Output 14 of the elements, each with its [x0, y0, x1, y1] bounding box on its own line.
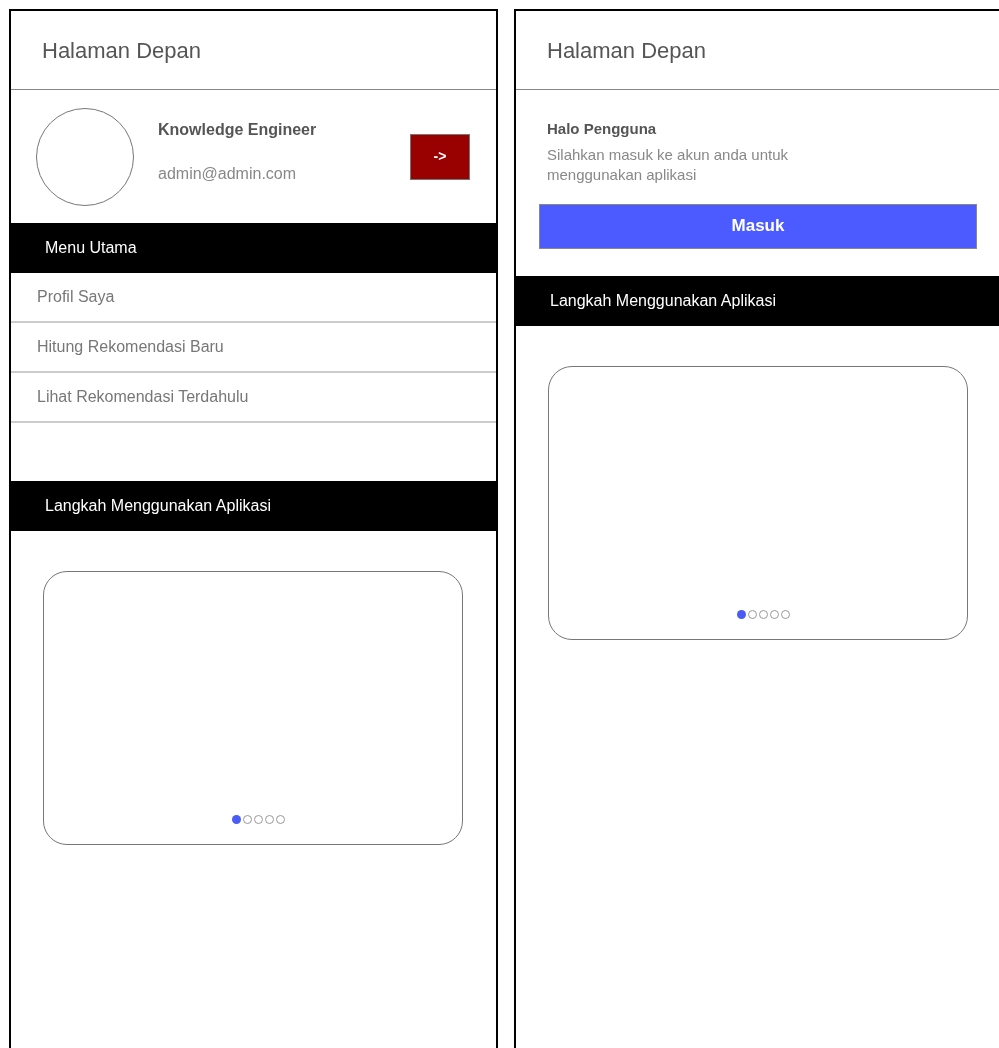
user-name: Knowledge Engineer	[158, 119, 318, 140]
user-email: admin@admin.com	[158, 163, 298, 184]
page-title: Halaman Depan	[42, 36, 201, 65]
section-title: Menu Utama	[45, 238, 137, 258]
login-message: Silahkan masuk ke akun anda untuk menggunakan aplikasi	[547, 144, 789, 185]
login-button[interactable]: Masuk	[539, 203, 977, 249]
menu-item[interactable]: Lihat Rekomendasi Terdahulu	[11, 373, 496, 423]
page-title: Halaman Depan	[547, 36, 706, 65]
menu-item[interactable]: Profil Saya	[11, 273, 496, 323]
section-title: Langkah Menggunakan Aplikasi	[45, 496, 271, 516]
menu-item[interactable]: Hitung Rekomendasi Baru	[11, 323, 496, 373]
logout-button[interactable]: ->	[410, 133, 470, 180]
greeting-text: Halo Pengguna	[547, 119, 658, 139]
section-title: Langkah Menggunakan Aplikasi	[550, 290, 776, 311]
